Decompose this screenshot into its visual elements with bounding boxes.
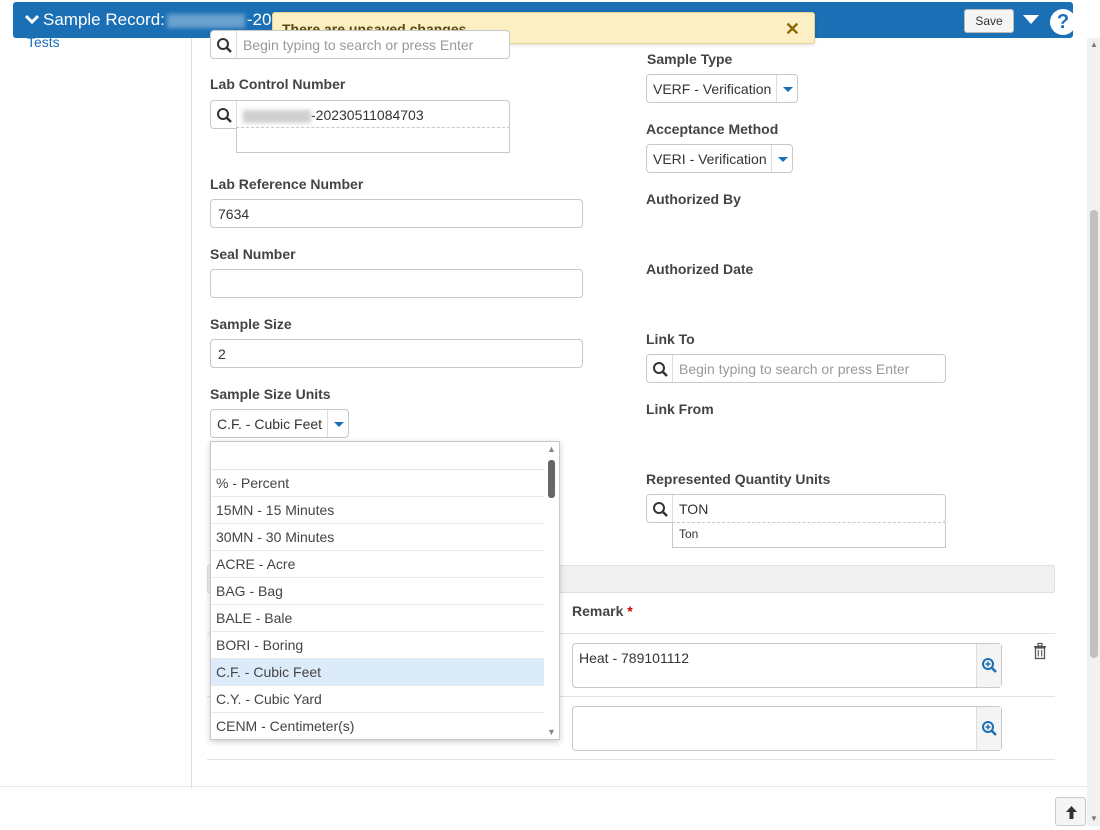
help-icon[interactable]: ? — [1050, 9, 1076, 35]
scroll-up-icon[interactable]: ▲ — [1090, 40, 1098, 49]
dropdown-option[interactable]: % - Percent — [211, 470, 544, 497]
dropdown-option[interactable]: BALE - Bale — [211, 605, 544, 632]
dropdown-option[interactable]: C.Y. - Cubic Yard — [211, 686, 544, 713]
represented-quantity-units-input[interactable]: TON — [646, 494, 946, 523]
sample-size-label: Sample Size — [210, 316, 292, 332]
required-marker: * — [627, 603, 633, 619]
footer-divider — [0, 786, 1087, 787]
search-icon[interactable] — [211, 31, 237, 58]
zoom-in-icon[interactable] — [976, 707, 1001, 750]
authorized-date-label: Authorized Date — [646, 261, 754, 277]
search-icon[interactable] — [647, 495, 673, 522]
row-divider — [207, 759, 1055, 760]
sidebar-divider — [191, 38, 192, 788]
remark-column-header: Remark * — [572, 603, 633, 619]
acceptance-method-label: Acceptance Method — [646, 121, 779, 137]
link-from-label: Link From — [646, 401, 714, 417]
sample-size-units-label: Sample Size Units — [210, 386, 331, 402]
remark-input[interactable]: Heat - 789101112 — [572, 643, 1002, 688]
scroll-up-icon[interactable]: ▲ — [547, 444, 556, 454]
dropdown-option-selected[interactable]: C.F. - Cubic Feet — [211, 659, 544, 686]
acceptance-method-select[interactable]: VERI - Verification — [646, 144, 793, 173]
dropdown-arrow-icon[interactable] — [776, 75, 797, 102]
top-search-input[interactable]: Begin typing to search or press Enter — [210, 30, 510, 59]
scroll-to-top-button[interactable] — [1055, 797, 1086, 826]
dropdown-option[interactable]: ACRE - Acre — [211, 551, 544, 578]
dropdown-option[interactable]: BAG - Bag — [211, 578, 544, 605]
lab-reference-number-label: Lab Reference Number — [210, 176, 364, 192]
link-to-input[interactable]: Begin typing to search or press Enter — [646, 354, 946, 383]
redacted-text — [166, 13, 245, 28]
caret-down-icon[interactable] — [1022, 14, 1040, 26]
link-to-label: Link To — [646, 331, 695, 347]
dropdown-option[interactable]: BORI - Boring — [211, 632, 544, 659]
lab-reference-number-input[interactable]: 7634 — [210, 199, 583, 228]
lab-control-number-input[interactable]: -20230511084703 — [210, 100, 510, 129]
sample-type-select[interactable]: VERF - Verification — [646, 74, 798, 103]
search-icon[interactable] — [211, 101, 237, 128]
lab-control-number-label: Lab Control Number — [210, 76, 346, 92]
close-icon[interactable]: ✕ — [785, 20, 800, 38]
scrollbar-thumb[interactable] — [548, 460, 555, 498]
sample-size-input[interactable]: 2 — [210, 339, 583, 368]
zoom-in-icon[interactable] — [976, 644, 1001, 687]
represented-quantity-units-suggestion[interactable]: Ton — [672, 522, 946, 548]
sample-size-units-select[interactable]: C.F. - Cubic Feet — [210, 409, 349, 438]
dropdown-arrow-icon[interactable] — [327, 410, 348, 437]
chevron-down-icon[interactable] — [23, 10, 41, 28]
dropdown-arrow-icon[interactable] — [771, 145, 792, 172]
dropdown-blank-option[interactable] — [211, 442, 559, 470]
redacted-text — [243, 109, 311, 123]
remark-input[interactable] — [572, 706, 1002, 751]
authorized-by-label: Authorized By — [646, 191, 741, 207]
seal-number-label: Seal Number — [210, 246, 296, 262]
dropdown-option[interactable]: 15MN - 15 Minutes — [211, 497, 544, 524]
dropdown-scrollbar[interactable]: ▲ ▼ — [544, 442, 559, 739]
scroll-down-icon[interactable]: ▼ — [1090, 814, 1098, 823]
page-scrollbar-thumb[interactable] — [1090, 210, 1098, 658]
dropdown-option[interactable]: CENM - Centimeter(s) — [211, 713, 544, 739]
search-icon[interactable] — [647, 355, 673, 382]
scroll-down-icon[interactable]: ▼ — [547, 727, 556, 737]
save-button[interactable]: Save — [964, 9, 1014, 33]
page-title: Sample Record:-2023C — [43, 10, 303, 30]
dropdown-option[interactable]: 30MN - 30 Minutes — [211, 524, 544, 551]
lab-control-number-suggestions[interactable] — [236, 127, 510, 153]
sample-size-units-dropdown[interactable]: % - Percent 15MN - 15 Minutes 30MN - 30 … — [210, 441, 560, 740]
sample-type-label: Sample Type — [647, 51, 733, 67]
arrow-up-icon — [1066, 806, 1077, 819]
seal-number-input[interactable] — [210, 269, 583, 298]
represented-quantity-units-label: Represented Quantity Units — [646, 471, 831, 487]
trash-icon[interactable] — [1032, 642, 1048, 660]
nav-link-tests[interactable]: Tests — [27, 34, 60, 50]
